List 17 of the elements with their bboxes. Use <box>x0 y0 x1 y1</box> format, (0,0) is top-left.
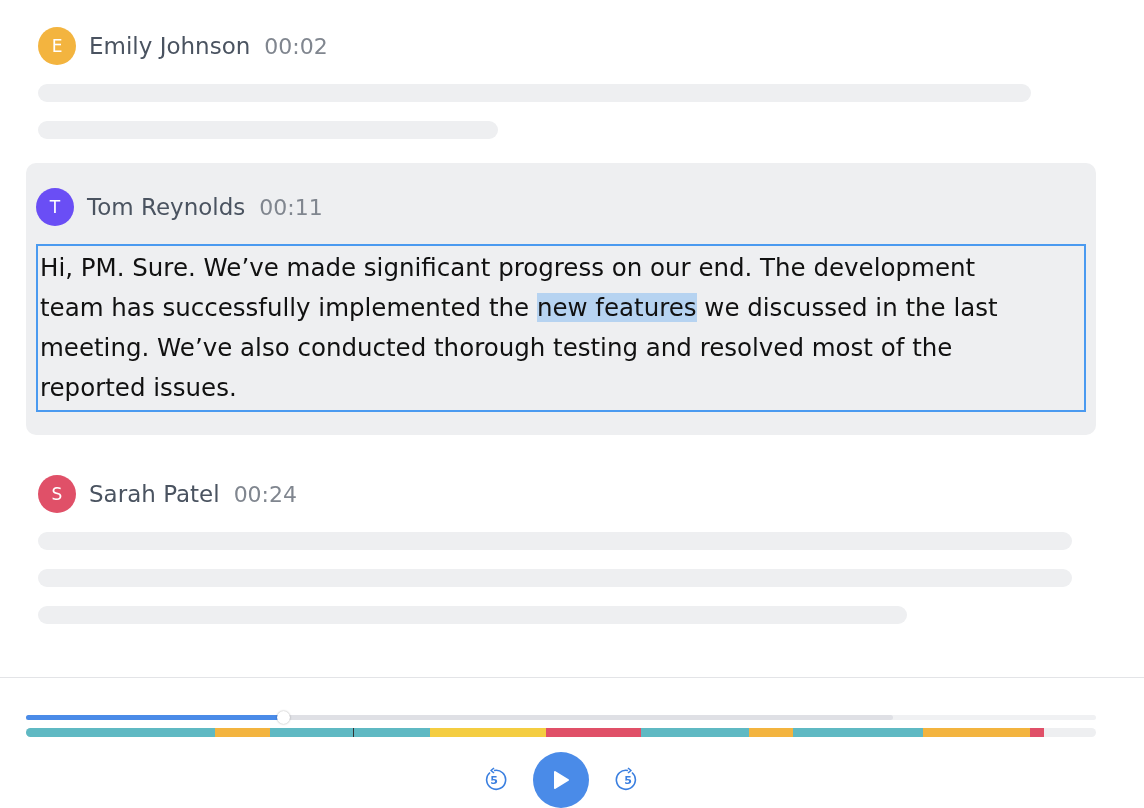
play-icon <box>552 770 570 790</box>
speaker-name: Sarah Patel <box>89 481 220 507</box>
avatar: T <box>36 188 74 226</box>
speaker-name: Emily Johnson <box>89 33 251 59</box>
play-button[interactable] <box>533 752 589 808</box>
timestamp[interactable]: 00:11 <box>259 194 323 220</box>
speaker-name: Tom Reynolds <box>87 194 246 220</box>
timestamp[interactable]: 00:24 <box>233 481 298 507</box>
transcript-text[interactable]: Hi, PM. Sure. We’ve made significant progress on our end. The development team has successfully implemented the new features we discussed in the last meeting. We’ve also conducted thorough testing and resolved most of the reported issues. <box>36 244 1086 412</box>
rewind-button[interactable]: 5 <box>481 767 507 793</box>
selected-entry-card[interactable] <box>26 163 1096 435</box>
avatar: S <box>38 475 76 513</box>
forward-button[interactable]: 5 <box>615 767 641 793</box>
slider-thumb[interactable] <box>276 711 290 724</box>
timestamp[interactable]: 00:02 <box>264 33 328 59</box>
avatar: E <box>38 27 76 65</box>
speaker-timeline[interactable] <box>26 728 1096 737</box>
